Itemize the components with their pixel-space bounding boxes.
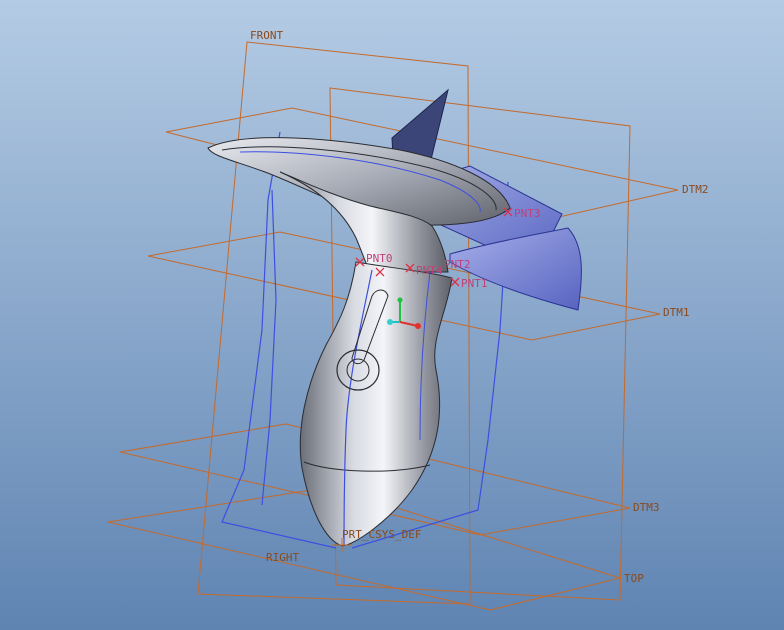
datum-label-top: TOP — [624, 572, 644, 585]
datum-label-dtm2: DTM2 — [682, 183, 709, 196]
model-scene[interactable]: FRONT DTM2 DTM1 DTM3 TOP RIGHT PRT_CSYS_… — [0, 0, 784, 630]
datum-label-dtm3: DTM3 — [633, 501, 660, 514]
datum-label-dtm1: DTM1 — [663, 306, 690, 319]
csys-label: PRT_CSYS_DEF — [342, 528, 421, 541]
point-label-pnt0: PNT0 — [366, 252, 393, 265]
datum-label-front: FRONT — [250, 29, 283, 42]
3d-model-viewport[interactable]: FRONT DTM2 DTM1 DTM3 TOP RIGHT PRT_CSYS_… — [0, 0, 784, 630]
datum-label-right: RIGHT — [266, 551, 299, 564]
point-label-pnt1: PNT1 — [461, 277, 488, 290]
point-label-pnt2: PNT2 — [444, 258, 471, 271]
point-label-pnt3: PNT3 — [514, 207, 541, 220]
point-label-pnt4: PNT4 — [416, 264, 443, 277]
